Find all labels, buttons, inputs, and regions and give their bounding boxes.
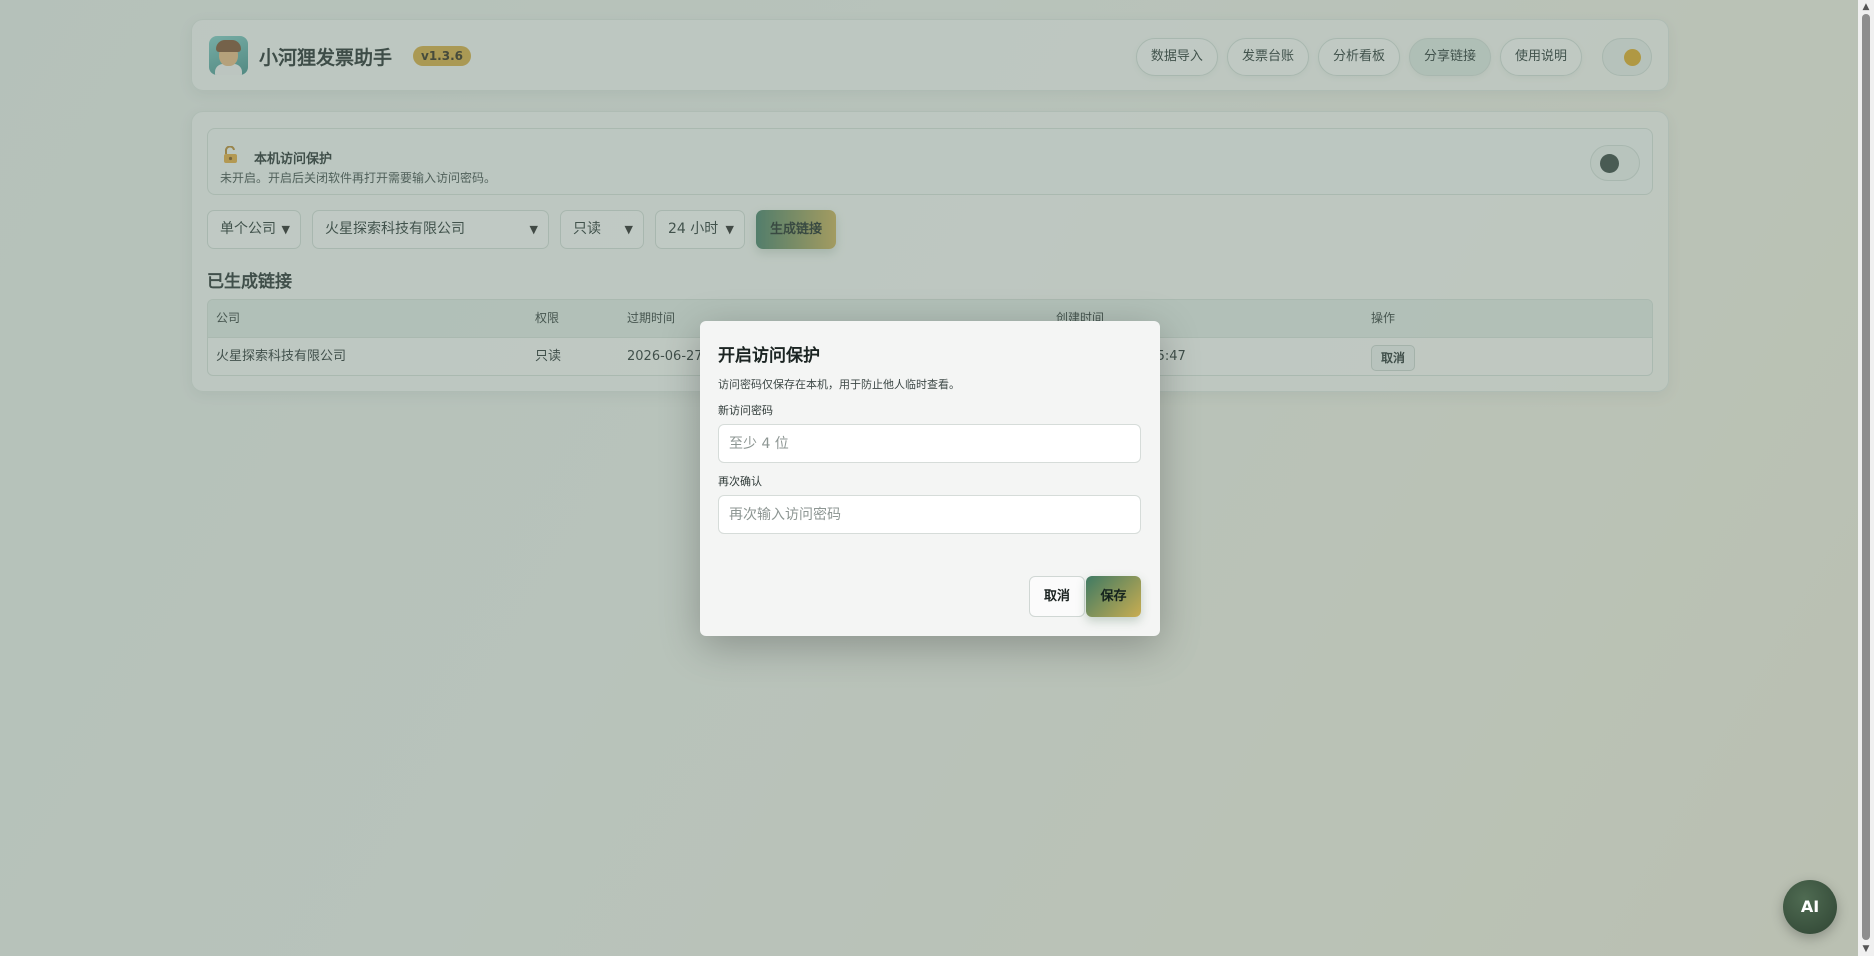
- dialog-cancel-button[interactable]: 取消: [1029, 576, 1085, 617]
- new-password-input[interactable]: [718, 424, 1141, 463]
- confirm-password-input[interactable]: [718, 495, 1141, 534]
- confirm-password-label: 再次确认: [718, 475, 762, 488]
- dialog-title: 开启访问保护: [718, 346, 820, 366]
- scroll-down-arrow-icon[interactable]: ▼: [1858, 942, 1874, 956]
- access-protection-dialog: 开启访问保护 访问密码仅保存在本机，用于防止他人临时查看。 新访问密码 再次确认…: [700, 321, 1160, 636]
- ai-assistant-button[interactable]: AI: [1783, 880, 1837, 934]
- scroll-up-arrow-icon[interactable]: ▲: [1858, 0, 1874, 14]
- page-scrollbar[interactable]: ▲ ▼: [1858, 0, 1874, 956]
- scroll-thumb[interactable]: [1862, 14, 1870, 940]
- dialog-save-button[interactable]: 保存: [1086, 576, 1141, 617]
- dialog-desc: 访问密码仅保存在本机，用于防止他人临时查看。: [718, 378, 960, 391]
- new-password-label: 新访问密码: [718, 404, 773, 417]
